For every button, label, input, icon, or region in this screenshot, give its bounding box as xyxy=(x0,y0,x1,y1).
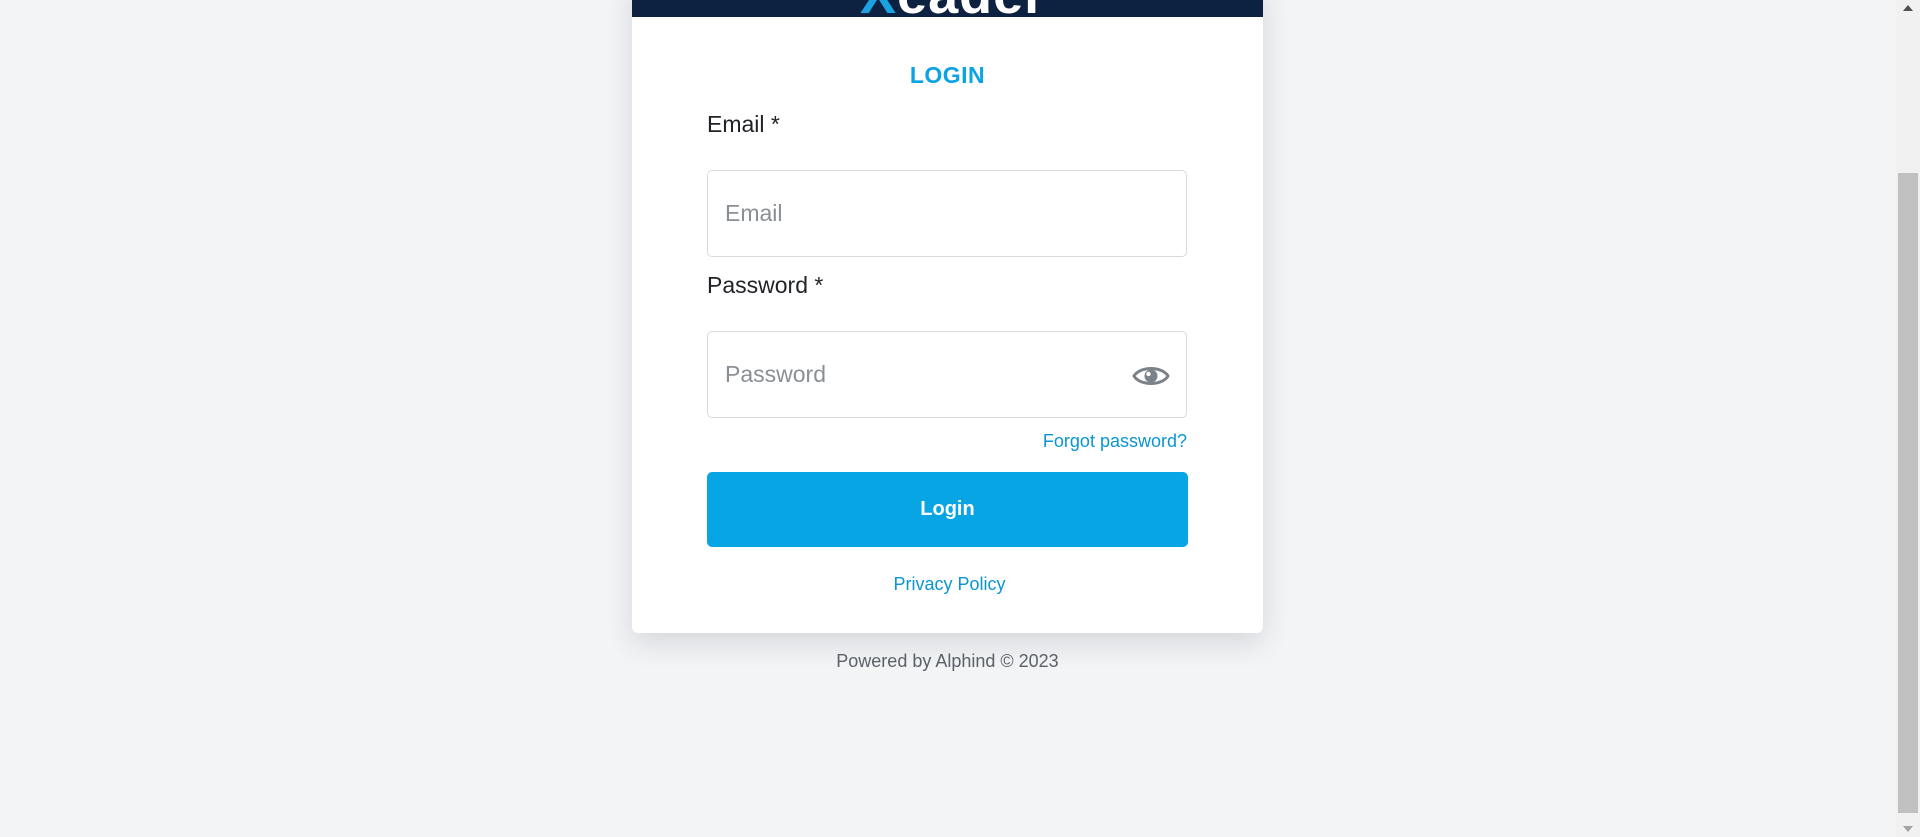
forgot-password-link[interactable]: Forgot password? xyxy=(1043,431,1187,452)
login-card: Xeader LOGIN Email * Password * Forgot p… xyxy=(632,0,1263,633)
login-heading: LOGIN xyxy=(909,62,986,88)
password-field-container xyxy=(707,331,1187,418)
email-label: Email * xyxy=(707,111,780,137)
scroll-up-arrow-icon[interactable] xyxy=(1896,0,1920,16)
login-page: Xeader LOGIN Email * Password * Forgot p… xyxy=(0,0,1920,837)
email-input[interactable] xyxy=(708,171,1186,256)
scrollbar-thumb[interactable] xyxy=(1898,173,1918,813)
login-button[interactable]: Login xyxy=(707,472,1188,547)
password-input[interactable] xyxy=(708,332,1186,417)
card-header: Xeader xyxy=(632,0,1263,17)
brand-logo: Xeader xyxy=(860,0,1046,17)
eye-icon[interactable] xyxy=(1132,361,1170,391)
password-label: Password * xyxy=(707,272,824,298)
footer-credit: Powered by Alphind © 2023 xyxy=(836,651,1059,671)
vertical-scrollbar[interactable] xyxy=(1896,0,1920,837)
email-field-container xyxy=(707,170,1187,257)
scroll-down-arrow-icon[interactable] xyxy=(1896,821,1920,837)
privacy-policy-link[interactable]: Privacy Policy xyxy=(632,574,1263,595)
